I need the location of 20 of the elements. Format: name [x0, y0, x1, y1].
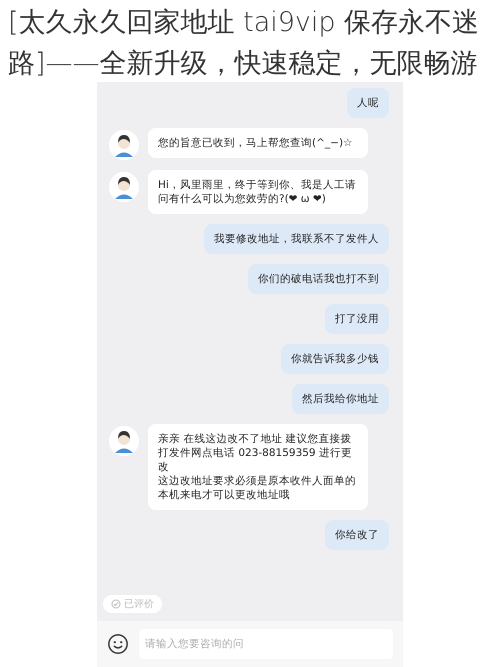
message-text: 这边改地址要求必须是原本收件人面单的本机来电才可以更改地址哦	[158, 474, 357, 502]
sent-message: 我要修改地址，我联系不了发件人	[204, 224, 389, 254]
received-message: 您的旨意已收到，马上帮您查询(^_−)☆	[148, 128, 368, 158]
rating-chip[interactable]: 已评价	[103, 595, 162, 613]
agent-avatar-icon	[109, 130, 139, 160]
sent-message: 打了没用	[325, 304, 389, 334]
sent-message: 人呢	[347, 88, 389, 118]
article-title: [太久永久回家地址 tai9vip 保存永不迷路]——全新升级，快速稳定，无限畅游	[7, 6, 480, 81]
message-text: 亲亲 在线这边改不了地址 建议您直接拨打发件网点电话 023-88159359 进行更改	[158, 432, 353, 474]
sent-message: 你们的破电话我也打不到	[248, 264, 389, 294]
sent-message: 你就告诉我多少钱	[281, 344, 389, 374]
agent-avatar-icon	[109, 172, 139, 202]
message-input[interactable]: 请输入您要咨询的问	[139, 629, 393, 659]
received-message: Hi，风里雨里，终于等到你、我是人工请问有什么可以为您效劳的?(❤ ω ❤)	[148, 170, 368, 214]
rating-label: 已评价	[124, 598, 154, 611]
check-circle-icon	[111, 599, 121, 609]
sent-message: 你给改了	[325, 520, 389, 550]
smiley-icon[interactable]	[107, 633, 129, 655]
agent-avatar-icon	[109, 426, 139, 456]
sent-message: 然后我给你地址	[292, 384, 389, 414]
